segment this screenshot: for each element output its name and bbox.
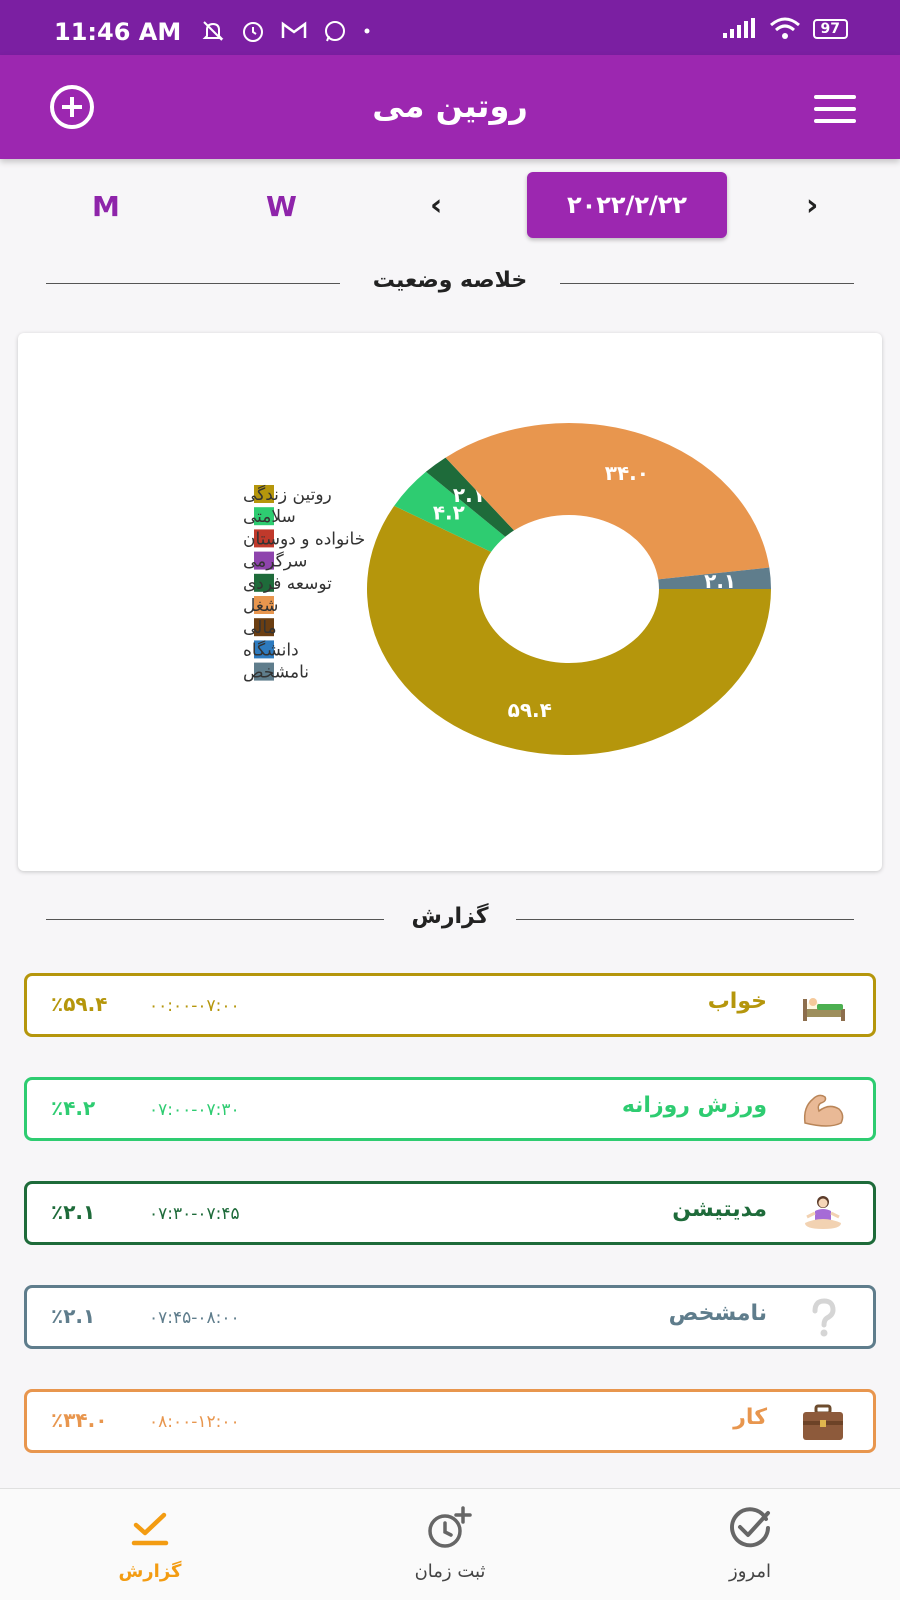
bell-muted-icon [202,21,224,41]
nav-today[interactable]: امروز [680,1489,820,1600]
legend-label: شغل [243,596,278,616]
report-item-title: ورزش روزانه [621,1093,767,1118]
wifi-icon [769,17,800,39]
report-item[interactable]: ٪۵۹.۴ ۰۰:۰۰-۰۷:۰۰ خواب [24,973,876,1037]
report-item-percent: ٪۳۴.۰ [51,1408,108,1432]
chevron-right-icon[interactable]: › [806,188,818,223]
report-item[interactable]: ٪۲.۱ ۰۷:۴۵-۰۸:۰۰ نامشخص [24,1285,876,1349]
report-item[interactable]: ٪۲.۱ ۰۷:۳۰-۰۷:۴۵ مدیتیشن [24,1181,876,1245]
pie-slice[interactable] [445,423,770,580]
bottom-navigation: گزارش ثبت زمان امروز [0,1488,900,1600]
date-picker-button[interactable]: ۲۰۲۲/۲/۲۲ [527,172,727,238]
dot-icon [364,28,370,34]
legend-label: خانواده و دوستان [243,529,365,549]
legend-label: سرگرمی [243,551,307,572]
report-item-title: مدیتیشن [672,1197,767,1222]
report-item-percent: ٪۲.۱ [51,1200,96,1224]
app-bar: روتین می [0,55,900,159]
report-item-percent: ٪۵۹.۴ [51,992,108,1016]
date-navigation: M W ‹ ۲۰۲۲/۲/۲۲ › [0,170,900,238]
app-title: روتین می [372,87,528,125]
clock-add-icon [428,1506,472,1548]
report-item-time-range: ۰۰:۰۰-۰۷:۰۰ [149,996,240,1016]
alarm-icon [243,22,263,42]
battery-indicator: 97 [812,19,848,39]
legend-label: نامشخص [243,663,309,683]
briefcase-icon [799,1401,847,1443]
legend-label: روتین زندگی [243,484,332,505]
week-view-button[interactable]: W [266,190,297,223]
meditation-icon [799,1193,847,1235]
report-item-time-range: ۰۷:۳۰-۰۷:۴۵ [149,1204,240,1224]
status-system-icons: 97 [721,17,848,41]
bed-icon [799,985,847,1027]
report-item-time-range: ۰۷:۴۵-۰۸:۰۰ [149,1308,240,1328]
gmail-icon [281,21,307,38]
report-item[interactable]: ٪۴.۲ ۰۷:۰۰-۰۷:۳۰ ورزش روزانه [24,1077,876,1141]
whatsapp-icon [325,21,345,42]
report-item-time-range: ۰۸:۰۰-۱۲:۰۰ [149,1412,240,1432]
pie-chart: ۵۹.۴۴.۲۲.۱۳۴.۰۲.۱روتین زندگیسلامتیخانواد… [243,423,771,755]
report-item-time-range: ۰۷:۰۰-۰۷:۳۰ [149,1100,240,1120]
nav-report[interactable]: گزارش [80,1489,220,1600]
report-item-percent: ٪۲.۱ [51,1304,96,1328]
check-circle-icon [730,1507,770,1548]
status-time: 11:46 AM [54,18,182,46]
pie-slice-label: ۵۹.۴ [508,698,552,722]
chevron-left-icon[interactable]: ‹ [430,188,442,223]
report-item-title: نامشخص [668,1301,767,1326]
report-item-title: خواب [707,989,767,1014]
report-item-percent: ٪۴.۲ [51,1096,96,1120]
report-item-title: کار [733,1405,767,1430]
nav-log-time[interactable]: ثبت زمان [380,1489,520,1600]
legend-label: مالی [243,618,277,638]
status-notification-icons [200,18,372,44]
nav-today-label: امروز [729,1561,771,1582]
signal-icon [722,18,755,38]
summary-section-title: خلاصه وضعیت [372,268,528,293]
legend-label: سلامتی [243,507,296,527]
question-mark-icon [799,1297,847,1339]
checkmark-icon [131,1512,169,1546]
status-bar: 11:46 AM 97 [0,0,900,55]
flexed-biceps-icon [799,1089,847,1131]
hamburger-menu-icon[interactable] [814,95,856,123]
month-view-button[interactable]: M [92,190,120,223]
legend-label: دانشگاه [243,639,299,660]
nav-log-time-label: ثبت زمان [414,1561,486,1582]
report-item[interactable]: ٪۳۴.۰ ۰۸:۰۰-۱۲:۰۰ کار [24,1389,876,1453]
chart-card: ۵۹.۴ ۴.۲ ۲.۱ ۳۴.۰ ۲.۱ روتین زندگی سلامتی خانواد… [18,333,882,871]
pie-slice-label: ۲.۱ [704,569,736,593]
nav-report-label: گزارش [118,1561,182,1582]
legend-label: توسعه فردی [243,574,332,594]
report-section-title: گزارش [411,904,489,929]
pie-slice-label: ۳۴.۰ [605,461,649,485]
